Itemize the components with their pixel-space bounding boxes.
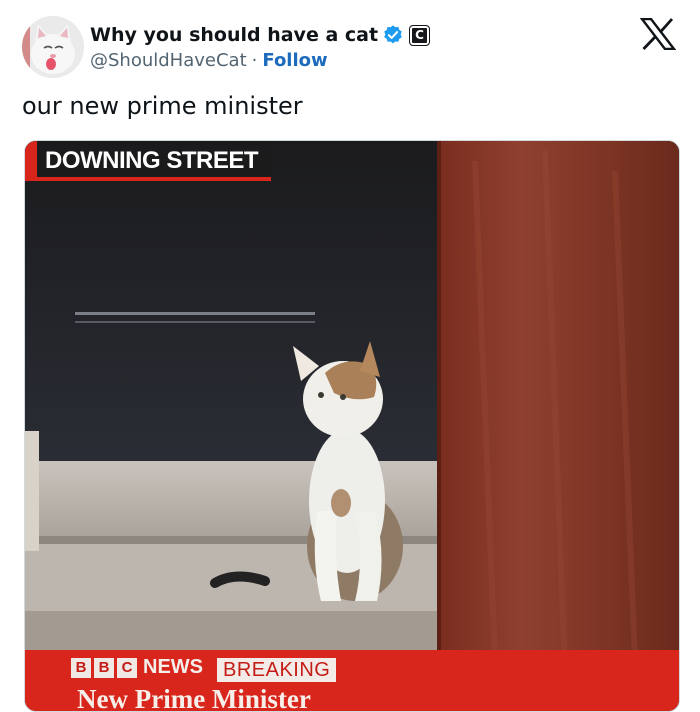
news-broadcast-photo <box>25 141 679 681</box>
news-word: NEWS <box>143 656 203 678</box>
x-logo-icon[interactable] <box>639 17 677 51</box>
tweet-text: our new prime minister <box>22 92 303 120</box>
author-handle-row: @ShouldHaveCat · Follow <box>90 50 328 71</box>
tweet-media[interactable]: DOWNING STREET B B C NEWS BREAKING New P… <box>24 140 680 712</box>
breaking-badge: BREAKING <box>217 658 337 682</box>
author-display-name[interactable]: Why you should have a cat <box>90 24 378 46</box>
avatar[interactable] <box>22 16 84 78</box>
broadcaster-letter: C <box>117 657 137 678</box>
location-label: DOWNING STREET <box>45 147 259 174</box>
tweet-header: Why you should have a cat C @ShouldHaveC… <box>22 16 642 78</box>
broadcaster-letter: B <box>94 657 114 678</box>
tweet-card: Why you should have a cat C @ShouldHaveC… <box>0 0 700 712</box>
author-handle[interactable]: @ShouldHaveCat <box>90 50 247 71</box>
news-ticker-bar: B B C NEWS BREAKING New Prime Minister <box>25 650 679 711</box>
news-headline: New Prime Minister <box>77 684 311 712</box>
broadcaster-letter: B <box>71 657 91 678</box>
follow-button[interactable]: Follow <box>262 50 327 71</box>
separator-dot: · <box>251 50 258 71</box>
affiliate-badge-icon: C <box>409 24 431 46</box>
verified-badge-icon <box>382 24 404 46</box>
cat-avatar-image <box>22 16 84 78</box>
broadcaster-logo: B B C NEWS <box>71 656 203 679</box>
author-name-row: Why you should have a cat C <box>90 22 431 48</box>
